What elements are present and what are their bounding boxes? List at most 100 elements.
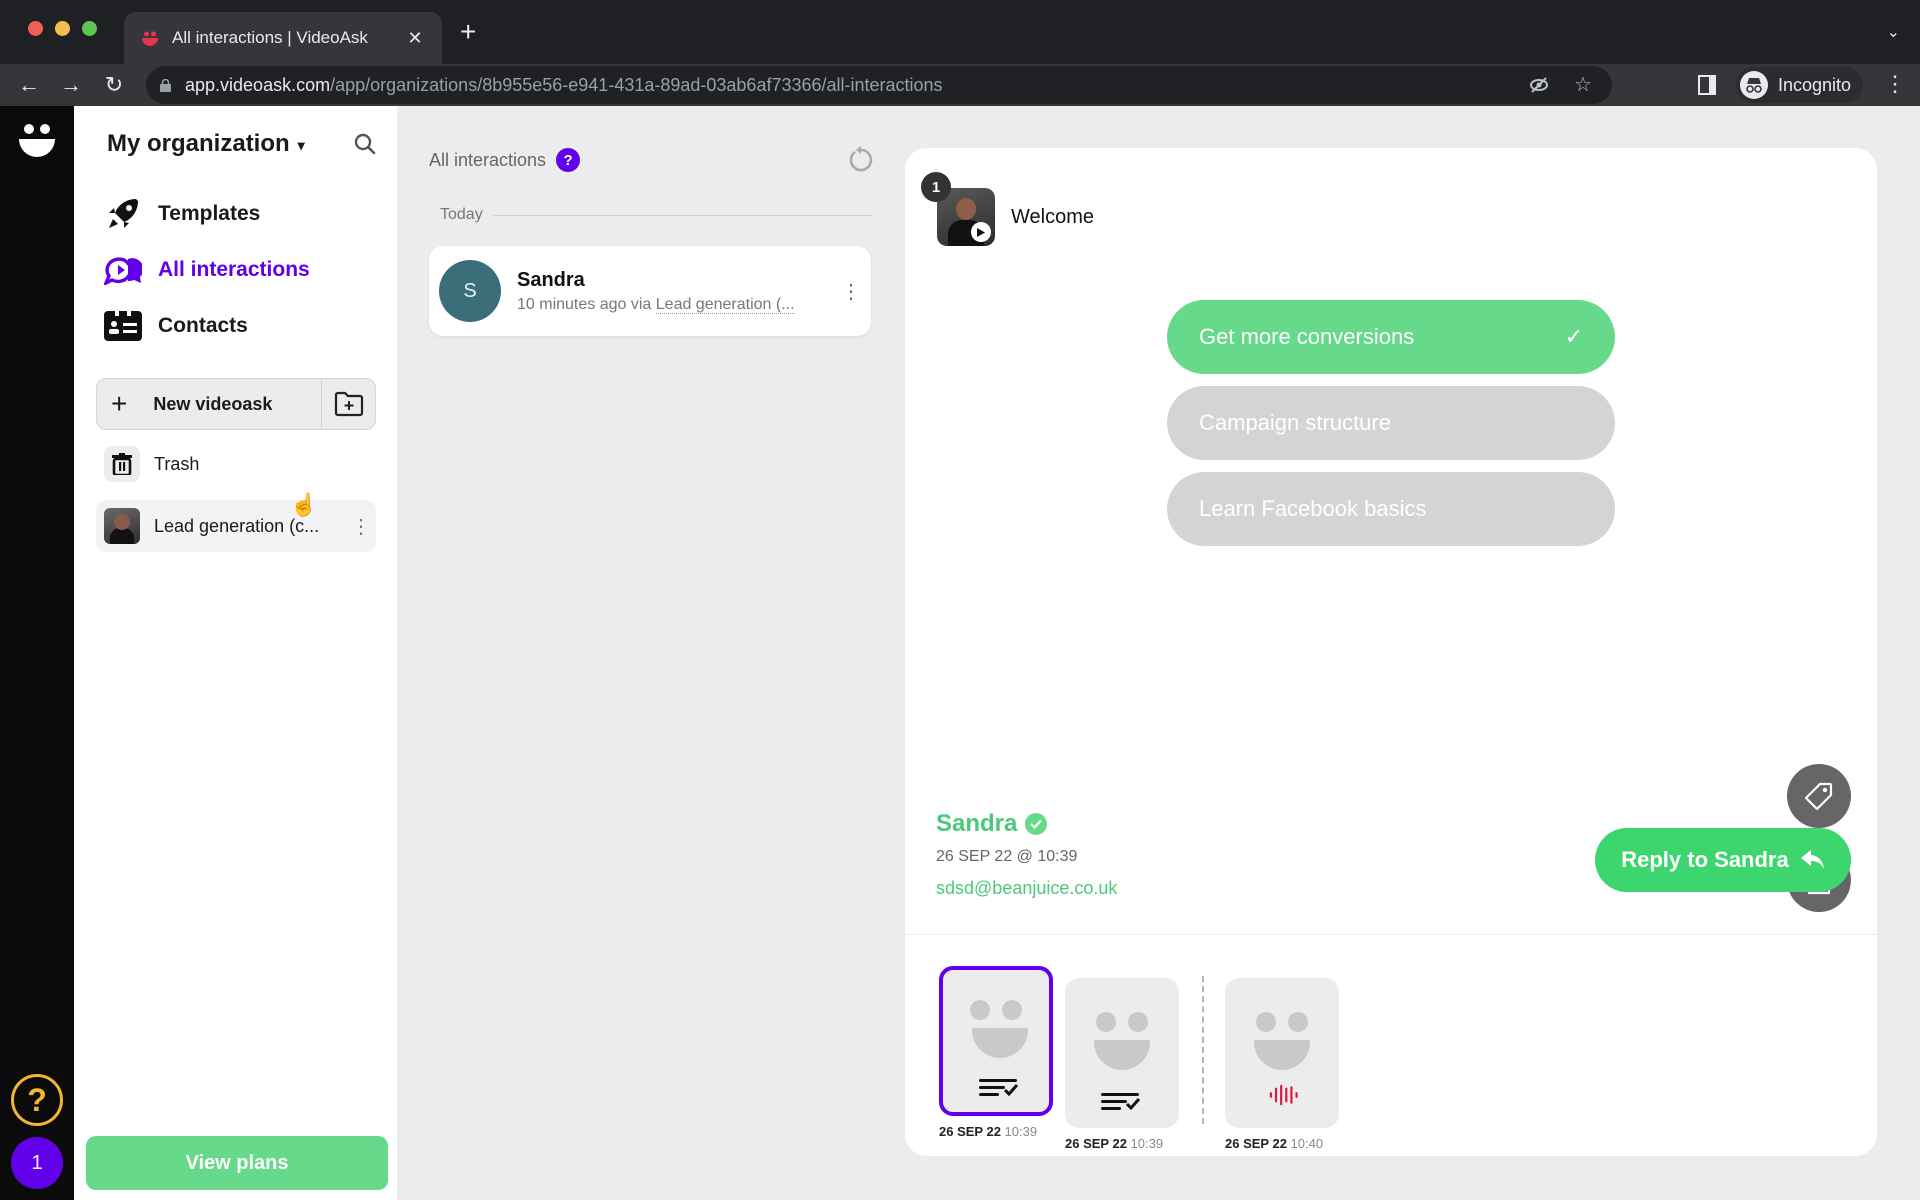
browser-tab-bar: All interactions | VideoAsk ✕ + ⌄ — [0, 0, 1920, 64]
list-header: All interactions ? — [429, 148, 581, 172]
window-maximize-button[interactable] — [82, 21, 97, 36]
forward-button[interactable]: → — [56, 70, 86, 100]
incognito-profile-button[interactable]: Incognito — [1736, 67, 1864, 103]
videoask-thumbnail — [104, 508, 140, 544]
nav-item-contacts[interactable]: Contacts — [104, 310, 248, 342]
lock-icon — [160, 78, 171, 92]
hand-cursor-icon: ☝ — [290, 492, 318, 517]
option-get-more-conversions: Get more conversions ✓ — [1167, 300, 1615, 374]
new-videoask-button[interactable]: + New videoask — [97, 379, 321, 429]
app-container: ? 1 My organization ▾ Templates All inte… — [0, 106, 1920, 1200]
nav-label: All interactions — [158, 258, 310, 281]
help-button[interactable]: ? — [11, 1074, 63, 1126]
browser-menu-icon[interactable]: ⋮ — [1884, 72, 1906, 96]
left-rail: ? 1 — [0, 106, 74, 1200]
tab-title: All interactions | VideoAsk — [172, 28, 368, 47]
window-close-button[interactable] — [28, 21, 43, 36]
videoask-item-menu-icon[interactable]: ⋮ — [346, 514, 376, 539]
trash-label: Trash — [154, 453, 200, 474]
search-icon[interactable] — [353, 132, 377, 156]
option-label: Get more conversions — [1199, 324, 1415, 349]
multiple-choice-icon — [979, 1079, 1019, 1097]
new-videoask-group: + New videoask — [96, 378, 376, 430]
side-panel-icon[interactable] — [1698, 75, 1716, 95]
videoask-logo-icon[interactable] — [17, 121, 57, 161]
url-path: /app/organizations/8b955e56-e941-431a-89… — [330, 74, 943, 95]
reload-button[interactable]: ↻ — [99, 70, 129, 100]
incognito-label: Incognito — [1778, 74, 1852, 95]
date-group-label: Today — [440, 206, 483, 223]
dashed-separator — [1202, 976, 1204, 1124]
interaction-meta: 10 minutes ago via Lead generation (... — [517, 295, 831, 314]
browser-tab[interactable]: All interactions | VideoAsk ✕ — [124, 12, 442, 64]
folder-plus-icon — [334, 391, 363, 417]
browser-toolbar: ← → ↻ app.videoask.com/app/organizations… — [0, 64, 1920, 106]
nav-item-templates[interactable]: Templates — [104, 198, 260, 230]
divider — [492, 214, 872, 216]
new-folder-button[interactable] — [321, 379, 375, 429]
nav-item-all-interactions[interactable]: All interactions — [104, 254, 310, 286]
play-icon — [971, 222, 991, 242]
tab-search-chevron-icon[interactable]: ⌄ — [1887, 22, 1900, 42]
verified-check-icon — [1025, 813, 1048, 835]
incognito-icon — [1740, 71, 1768, 99]
chevron-down-icon: ▾ — [297, 136, 305, 153]
check-icon: ✓ — [1564, 324, 1583, 349]
videoask-item-label: Lead generation (c... — [154, 515, 320, 536]
reply-arrow-icon — [1800, 850, 1824, 869]
multiple-choice-icon — [1101, 1093, 1141, 1111]
reply-label: Reply to Sandra — [1621, 847, 1789, 872]
avatar: S — [439, 260, 501, 322]
tag-button[interactable] — [1787, 764, 1851, 828]
trash-item[interactable]: Trash — [104, 446, 199, 482]
plus-icon: + — [111, 388, 128, 419]
response-thumbnails: 26 SEP 22 10:39 26 SEP 22 10:39 26 SEP 2… — [905, 948, 1877, 1151]
respondent-name[interactable]: Sandra — [936, 810, 1017, 838]
address-bar[interactable]: app.videoask.com/app/organizations/8b955… — [146, 66, 1612, 104]
tag-icon — [1804, 782, 1833, 811]
respondent-email[interactable]: sdsd@beanjuice.co.uk — [936, 878, 1117, 899]
respondent-name-row: Sandra — [936, 810, 1048, 838]
respondent-date: 26 SEP 22 @ 10:39 — [936, 848, 1078, 865]
card-menu-icon[interactable]: ⋮ — [831, 279, 871, 304]
help-question-icon[interactable]: ? — [556, 148, 581, 172]
back-button[interactable]: ← — [14, 70, 44, 100]
rocket-icon — [104, 198, 142, 230]
option-label: Campaign structure — [1199, 410, 1391, 435]
new-tab-button[interactable]: + — [460, 18, 476, 46]
reply-button[interactable]: Reply to Sandra — [1595, 828, 1851, 892]
interaction-time: 10 minutes ago via — [517, 295, 652, 313]
bookmark-star-icon[interactable]: ☆ — [1572, 74, 1594, 96]
response-thumbnail[interactable] — [1225, 978, 1339, 1128]
thumbnail-timestamp: 26 SEP 22 10:39 — [1065, 1136, 1164, 1151]
videoask-item-lead-generation[interactable]: Lead generation (c... ⋮ — [96, 500, 376, 552]
response-thumbnail[interactable] — [1065, 978, 1179, 1128]
interactions-icon — [104, 254, 142, 286]
thumbnail-timestamp: 26 SEP 22 10:39 — [939, 1124, 1038, 1139]
step-header[interactable]: Welcome — [937, 188, 1094, 246]
tracking-protection-eye-off-icon[interactable] — [1528, 74, 1550, 96]
answer-options: Get more conversions ✓ Campaign structur… — [1167, 300, 1615, 558]
nav-label: Contacts — [158, 314, 248, 337]
option-campaign-structure: Campaign structure — [1167, 386, 1615, 460]
response-thumbnail[interactable] — [939, 966, 1053, 1116]
option-learn-facebook-basics: Learn Facebook basics — [1167, 472, 1615, 546]
view-plans-button[interactable]: View plans — [86, 1136, 388, 1190]
contact-name: Sandra — [517, 268, 585, 291]
thumbnail-timestamp: 26 SEP 22 10:40 — [1225, 1136, 1324, 1151]
organization-switcher[interactable]: My organization ▾ — [107, 130, 305, 158]
refresh-icon[interactable] — [847, 146, 875, 174]
option-label: Learn Facebook basics — [1199, 496, 1427, 521]
interaction-source-link[interactable]: Lead generation (... — [655, 295, 795, 314]
interaction-detail: Welcome 1 Get more conversions ✓ Campaig… — [905, 148, 1877, 1156]
section-divider — [905, 934, 1877, 935]
contacts-icon — [104, 310, 142, 342]
tab-close-icon[interactable]: ✕ — [404, 28, 426, 49]
url-host: app.videoask.com — [185, 74, 331, 95]
notifications-badge-button[interactable]: 1 — [11, 1137, 63, 1189]
interaction-card[interactable]: S Sandra 10 minutes ago via Lead generat… — [429, 246, 871, 336]
trash-icon — [104, 446, 140, 482]
window-minimize-button[interactable] — [55, 21, 70, 36]
step-title: Welcome — [1011, 205, 1094, 228]
date-group-today: Today — [440, 206, 872, 224]
